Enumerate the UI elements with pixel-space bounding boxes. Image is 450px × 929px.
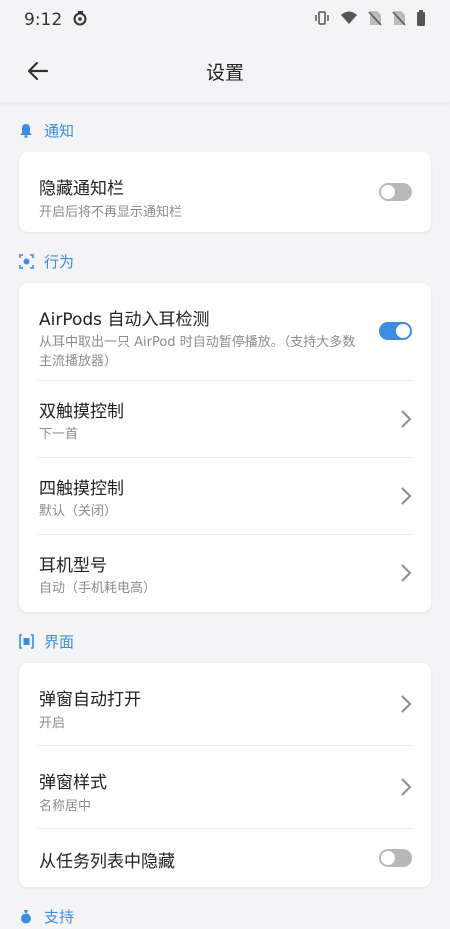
support-icon bbox=[18, 908, 34, 924]
hide-from-recents-toggle[interactable] bbox=[379, 849, 412, 867]
battery-icon bbox=[416, 10, 426, 30]
setting-label: 耳机型号 bbox=[39, 556, 107, 576]
bell-icon bbox=[18, 122, 34, 138]
setting-label: 隐藏通知栏 bbox=[39, 179, 124, 199]
app-notification-icon bbox=[72, 10, 88, 31]
setting-label: AirPods 自动入耳检测 bbox=[39, 310, 210, 330]
card-behavior: AirPods 自动入耳检测 从耳中取出一只 AirPod 时自动暂停播放。（支… bbox=[19, 283, 431, 612]
section-header-support: 支持 bbox=[18, 903, 74, 929]
ear-detection-toggle[interactable] bbox=[379, 322, 412, 340]
setting-row-quad-touch[interactable]: 四触摸控制 默认（关闭） bbox=[19, 458, 431, 534]
setting-value: 名称居中 bbox=[39, 799, 92, 814]
setting-description: 开启后将不再显示通知栏 bbox=[39, 205, 183, 220]
section-header-interface: 界面 bbox=[18, 628, 74, 654]
chevron-right-icon bbox=[401, 487, 412, 505]
chevron-right-icon bbox=[401, 410, 412, 428]
setting-label: 双触摸控制 bbox=[39, 402, 124, 422]
setting-row-hide-from-recents[interactable]: 从任务列表中隐藏 bbox=[19, 829, 431, 887]
setting-row-popup-style[interactable]: 弹窗样式 名称居中 bbox=[19, 746, 431, 828]
setting-row-popup-auto-open[interactable]: 弹窗自动打开 开启 bbox=[19, 663, 431, 745]
no-sim-icon bbox=[392, 10, 406, 30]
setting-row-ear-detection[interactable]: AirPods 自动入耳检测 从耳中取出一只 AirPod 时自动暂停播放。（支… bbox=[19, 283, 431, 380]
vibrate-icon bbox=[314, 10, 330, 30]
chevron-right-icon bbox=[401, 695, 412, 713]
setting-row-double-touch[interactable]: 双触摸控制 下一首 bbox=[19, 381, 431, 457]
card-interface: 弹窗自动打开 开启 弹窗样式 名称居中 从任务列表中隐藏 bbox=[19, 663, 431, 887]
chevron-right-icon bbox=[401, 564, 412, 582]
setting-row-earphone-model[interactable]: 耳机型号 自动（手机耗电高） bbox=[19, 535, 431, 612]
behavior-icon bbox=[18, 253, 34, 269]
setting-value: 自动（手机耗电高） bbox=[39, 581, 157, 596]
setting-label: 四触摸控制 bbox=[39, 479, 124, 499]
status-time: 9:12 bbox=[24, 10, 63, 30]
hide-notification-toggle[interactable] bbox=[379, 183, 412, 201]
section-title-notify: 通知 bbox=[44, 121, 75, 140]
interface-icon bbox=[18, 633, 34, 649]
status-bar: 9:12 bbox=[0, 0, 450, 40]
section-header-behavior: 行为 bbox=[18, 248, 74, 274]
arrow-left-icon bbox=[27, 61, 49, 81]
wifi-icon bbox=[340, 10, 358, 30]
no-sim-icon bbox=[368, 10, 382, 30]
setting-row-hide-notification-bar[interactable]: 隐藏通知栏 开启后将不再显示通知栏 bbox=[19, 152, 431, 232]
chevron-right-icon bbox=[401, 778, 412, 796]
section-header-notify: 通知 bbox=[18, 117, 74, 143]
setting-value: 默认（关闭） bbox=[39, 504, 118, 519]
setting-value: 下一首 bbox=[39, 427, 79, 442]
setting-label: 从任务列表中隐藏 bbox=[39, 852, 175, 872]
page-title: 设置 bbox=[205, 61, 244, 84]
section-title-behavior: 行为 bbox=[44, 252, 75, 271]
setting-description: 从耳中取出一只 AirPod 时自动暂停播放。（支持大多数主流播放器） bbox=[39, 335, 356, 369]
section-title-interface: 界面 bbox=[44, 632, 75, 651]
section-title-support: 支持 bbox=[44, 907, 75, 926]
setting-value: 开启 bbox=[39, 716, 66, 731]
back-button[interactable] bbox=[22, 55, 54, 87]
setting-label: 弹窗自动打开 bbox=[39, 690, 141, 710]
card-notify: 隐藏通知栏 开启后将不再显示通知栏 bbox=[19, 152, 431, 232]
app-bar: 设置 bbox=[0, 40, 450, 102]
setting-label: 弹窗样式 bbox=[39, 773, 107, 793]
